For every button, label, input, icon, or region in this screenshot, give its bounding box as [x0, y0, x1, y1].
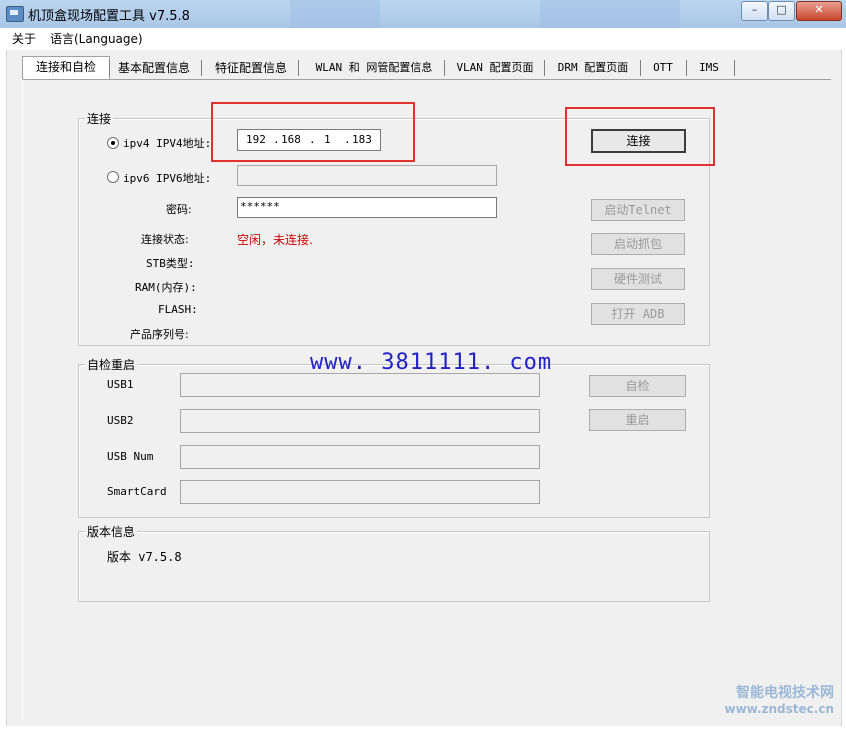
status-label: 连接状态:	[141, 233, 189, 246]
window-title: 机顶盒现场配置工具 v7.5.8	[28, 9, 190, 24]
app-icon	[6, 6, 24, 22]
maximize-button[interactable]: □	[768, 1, 795, 21]
menu-bar: 关于 语言(Language)	[6, 28, 840, 48]
connect-highlight-box	[565, 107, 715, 166]
usb1-field	[180, 373, 540, 397]
selfcheck-button[interactable]: 自检	[589, 375, 686, 397]
hardware-test-button[interactable]: 硬件测试	[591, 268, 685, 290]
status-value: 空闲，未连接.	[237, 233, 313, 247]
version-group: 版本信息	[78, 523, 710, 602]
restart-button[interactable]: 重启	[589, 409, 686, 431]
start-capture-button[interactable]: 启动抓包	[591, 233, 685, 255]
ipv6-label: ipv6 IPV6地址:	[123, 172, 212, 185]
ram-label: RAM(内存):	[135, 281, 197, 294]
version-text: 版本 v7.5.8	[107, 550, 182, 564]
version-group-title: 版本信息	[85, 523, 138, 540]
tab-feature-config[interactable]: 特征配置信息	[206, 58, 296, 78]
menu-language[interactable]: 语言(Language)	[50, 30, 143, 47]
password-input[interactable]: ******	[237, 197, 497, 218]
tab-connect-selfcheck[interactable]: 连接和自检	[22, 56, 110, 81]
connection-group-title: 连接	[85, 110, 114, 127]
tab-drm-config[interactable]: DRM 配置页面	[550, 58, 636, 78]
background-window-blur	[540, 0, 680, 28]
usb2-field	[180, 409, 540, 433]
selfcheck-group-title: 自检重启	[85, 356, 138, 373]
usb2-label: USB2	[107, 414, 134, 427]
tab-vlan-config[interactable]: VLAN 配置页面	[450, 58, 540, 78]
minimize-button[interactable]: –	[741, 1, 768, 21]
background-window-blur	[290, 0, 380, 28]
ipv4-radio[interactable]	[107, 137, 119, 149]
password-value: ******	[240, 200, 280, 213]
usb-num-label: USB Num	[107, 450, 154, 463]
usb1-label: USB1	[107, 378, 134, 391]
corner-brand-url: www.zndstec.cn	[724, 702, 834, 716]
ipv6-address-input[interactable]	[237, 165, 497, 186]
corner-watermark: 智能电视技术网 www.zndstec.cn	[724, 682, 834, 716]
password-label: 密码:	[166, 203, 192, 216]
start-telnet-button[interactable]: 启动Telnet	[591, 199, 685, 221]
usb-num-field	[180, 445, 540, 469]
smartcard-field	[180, 480, 540, 504]
stb-type-label: STB类型:	[146, 257, 195, 270]
smartcard-label: SmartCard	[107, 485, 167, 498]
open-adb-button[interactable]: 打开 ADB	[591, 303, 685, 325]
title-bar: 机顶盒现场配置工具 v7.5.8 – □ ✕	[0, 0, 846, 28]
serial-number-label: 产品序列号:	[130, 328, 189, 341]
tab-ims[interactable]: IMS	[690, 58, 728, 78]
flash-label: FLASH:	[158, 303, 198, 316]
watermark-url: www. 3811111. com	[310, 350, 553, 375]
close-button[interactable]: ✕	[796, 1, 842, 21]
corner-brand-name: 智能电视技术网	[736, 685, 834, 701]
tab-wlan-config[interactable]: WLAN 和 网管配置信息	[304, 58, 444, 78]
ipv6-radio[interactable]	[107, 171, 119, 183]
tab-ott[interactable]: OTT	[644, 58, 682, 78]
menu-about[interactable]: 关于	[12, 30, 36, 47]
ipv4-label: ipv4 IPV4地址:	[123, 137, 212, 150]
ip-highlight-box	[211, 102, 415, 162]
tab-basic-config[interactable]: 基本配置信息	[112, 58, 196, 78]
